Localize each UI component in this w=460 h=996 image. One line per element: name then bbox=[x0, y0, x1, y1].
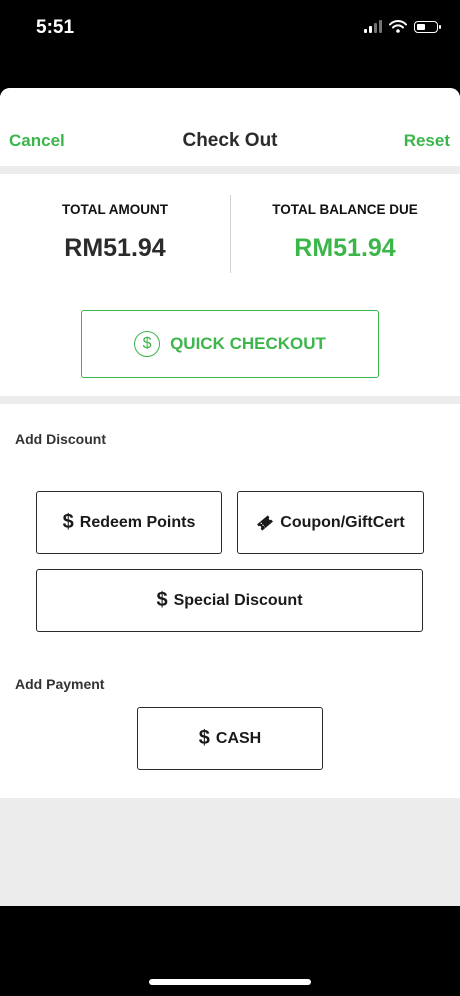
quick-checkout-label: QUICK CHECKOUT bbox=[170, 334, 326, 353]
status-icons bbox=[364, 20, 441, 33]
special-discount-label: Special Discount bbox=[173, 591, 303, 609]
dollar-icon: $ bbox=[156, 589, 168, 611]
status-time: 5:51 bbox=[36, 17, 75, 38]
actions-panel: Add Discount $ Redeem Points Coupon/Gift… bbox=[0, 404, 460, 798]
status-bar: 5:51 bbox=[0, 0, 460, 60]
checkout-sheet: Cancel Check Out Reset TOTAL AMOUNT RM51… bbox=[0, 88, 460, 906]
total-balance-label: TOTAL BALANCE DUE bbox=[272, 202, 418, 217]
cash-label: CASH bbox=[215, 729, 262, 747]
wifi-icon bbox=[389, 20, 407, 33]
special-discount-button[interactable]: $ Special Discount bbox=[36, 569, 423, 632]
dollar-icon: $ bbox=[198, 727, 210, 749]
coupon-giftcert-label: Coupon/GiftCert bbox=[280, 513, 405, 531]
totals-panel: TOTAL AMOUNT RM51.94 TOTAL BALANCE DUE R… bbox=[0, 174, 460, 396]
add-payment-label: Add Payment bbox=[15, 676, 105, 692]
ticket-icon bbox=[257, 514, 274, 531]
redeem-points-label: Redeem Points bbox=[79, 513, 196, 531]
home-indicator bbox=[149, 979, 311, 985]
coupon-giftcert-button[interactable]: Coupon/GiftCert bbox=[237, 491, 424, 554]
dollar-circle-icon: $ bbox=[134, 331, 161, 357]
reset-button[interactable]: Reset bbox=[404, 131, 450, 151]
add-discount-label: Add Discount bbox=[15, 431, 106, 447]
total-amount-label: TOTAL AMOUNT bbox=[62, 202, 168, 217]
quick-checkout-button[interactable]: $ QUICK CHECKOUT bbox=[81, 310, 379, 378]
nav-bar: Cancel Check Out Reset bbox=[0, 88, 460, 166]
battery-icon bbox=[414, 21, 441, 33]
dollar-icon: $ bbox=[62, 511, 74, 533]
page-title: Check Out bbox=[182, 130, 278, 151]
signal-icon bbox=[364, 20, 382, 33]
cash-button[interactable]: $ CASH bbox=[137, 707, 323, 770]
redeem-points-button[interactable]: $ Redeem Points bbox=[36, 491, 222, 554]
total-amount-value: RM51.94 bbox=[64, 234, 166, 262]
total-balance-value: RM51.94 bbox=[294, 234, 396, 262]
